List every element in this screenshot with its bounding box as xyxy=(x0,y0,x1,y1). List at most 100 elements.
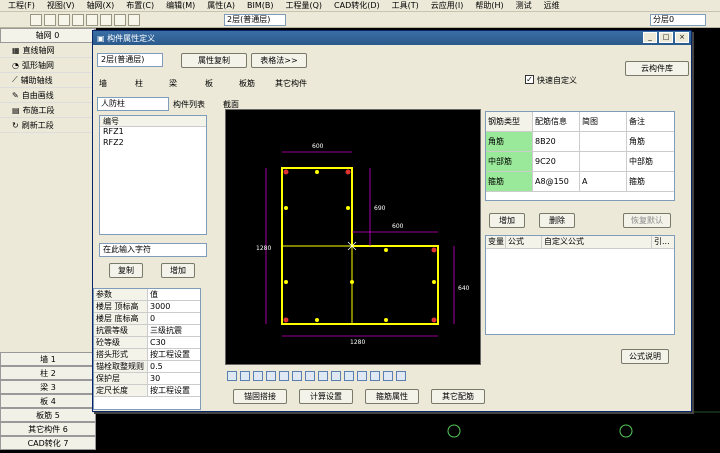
dim-tool-icon[interactable] xyxy=(292,371,302,381)
menu-place[interactable]: 布置(C) xyxy=(120,0,160,11)
tab-wall[interactable]: 墙 xyxy=(99,78,107,89)
menu-edit[interactable]: 编辑(M) xyxy=(160,0,201,11)
tab-slab[interactable]: 板 xyxy=(205,78,213,89)
menu-bim[interactable]: BIM(B) xyxy=(241,1,279,10)
section-drawing[interactable]: 600 690 600 1280 1280 640 xyxy=(225,109,481,365)
rebar-point xyxy=(345,169,351,175)
mirror-tool-icon[interactable] xyxy=(331,371,341,381)
text-tool-icon[interactable] xyxy=(279,371,289,381)
axis-panel-header[interactable]: 轴网 0 xyxy=(0,28,95,43)
search-input[interactable]: 在此输入字符 xyxy=(99,243,207,257)
menu-axis[interactable]: 轴网(X) xyxy=(81,0,121,11)
parameter-table[interactable]: 参数值 楼层 顶标高 3000 楼层 底标高 0 抗震等级 三级抗震 砼等级 C30 搭… xyxy=(93,288,201,410)
redo-icon[interactable] xyxy=(86,13,98,26)
nav-free-line[interactable]: ✎ 自由画线 xyxy=(0,88,95,103)
menu-remote[interactable]: 远维 xyxy=(538,0,566,11)
rebar-restore-button[interactable]: 恢复默认 xyxy=(623,213,671,228)
menu-view[interactable]: 视图(V) xyxy=(41,0,81,11)
formula-table[interactable]: 变量 公式 自定义公式 引... xyxy=(485,235,675,335)
select-tool-icon[interactable] xyxy=(227,371,237,381)
component-list[interactable]: 编号 RFZ1 RFZ2 xyxy=(99,115,207,235)
rebar-delete-button[interactable]: 删除 xyxy=(539,213,575,228)
undo-icon[interactable] xyxy=(72,13,84,26)
line-tool-icon[interactable] xyxy=(253,371,263,381)
save-tool-icon[interactable] xyxy=(396,371,406,381)
component-properties-dialog: ▣ 构件属性定义 _ □ × 2层(普通层) 属性复制 表格法>> 云构件库 ✓… xyxy=(92,30,692,412)
table-row[interactable]: 锚栓取整规则 0.5 xyxy=(94,361,200,373)
table-row[interactable]: 砼等级 C30 xyxy=(94,337,200,349)
calc-settings-button[interactable]: 计算设置 xyxy=(299,389,353,404)
tab-column[interactable]: 柱 xyxy=(135,78,143,89)
nav-refresh[interactable]: ↻ 刷新工段 xyxy=(0,118,95,133)
nav-column[interactable]: 柱 2 xyxy=(0,366,96,380)
rotate-tool-icon[interactable] xyxy=(344,371,354,381)
tab-beam[interactable]: 梁 xyxy=(169,78,177,89)
list-item[interactable]: RFZ2 xyxy=(100,138,206,149)
menu-attr[interactable]: 属性(A) xyxy=(201,0,241,11)
menu-test[interactable]: 测试 xyxy=(510,0,538,11)
layer-icon[interactable] xyxy=(128,13,140,26)
quick-define-checkbox[interactable]: ✓ xyxy=(525,75,534,84)
table-row[interactable]: 箍筋 A8@150 A 箍筋 xyxy=(486,172,674,192)
table-row[interactable]: 抗震等级 三级抗震 xyxy=(94,325,200,337)
maximize-icon[interactable]: □ xyxy=(659,32,673,43)
new-icon[interactable] xyxy=(30,13,42,26)
nav-wall[interactable]: 墙 1 xyxy=(0,352,96,366)
tab-slab-rebar[interactable]: 板筋 xyxy=(239,78,255,89)
tab-other[interactable]: 其它构件 xyxy=(275,78,307,89)
folder-tool-icon[interactable] xyxy=(383,371,393,381)
grid-tool-icon[interactable] xyxy=(318,371,328,381)
table-row[interactable]: 楼层 顶标高 3000 xyxy=(94,301,200,313)
nav-slab-rebar[interactable]: 板筋 5 xyxy=(0,408,96,422)
table-row[interactable]: 楼层 底标高 0 xyxy=(94,313,200,325)
arc-tool-icon[interactable] xyxy=(305,371,315,381)
grid-icon[interactable] xyxy=(114,13,126,26)
nav-other[interactable]: 其它构件 6 xyxy=(0,422,96,436)
rebar-point xyxy=(384,318,388,322)
menu-quantity[interactable]: 工程量(Q) xyxy=(279,0,328,11)
nav-line-axis[interactable]: ▦ 直线轴网 xyxy=(0,43,95,58)
measure-tool-icon[interactable] xyxy=(370,371,380,381)
menu-cloud[interactable]: 云应用(I) xyxy=(425,0,470,11)
table-row[interactable]: 角筋 8B20 角筋 xyxy=(486,132,674,152)
table-method-button[interactable]: 表格法>> xyxy=(251,53,307,68)
attr-copy-button[interactable]: 属性复制 xyxy=(181,53,247,68)
menu-cad[interactable]: CAD转化(D) xyxy=(328,0,386,11)
nav-beam[interactable]: 梁 3 xyxy=(0,380,96,394)
other-rebar-button[interactable]: 其它配筋 xyxy=(431,389,485,404)
menu-file[interactable]: 工程(F) xyxy=(2,0,41,11)
table-row[interactable]: 定尺长度 按工程设置 xyxy=(94,385,200,397)
menu-tools[interactable]: 工具(T) xyxy=(386,0,425,11)
floor-select[interactable]: 2层(普通层) xyxy=(224,14,286,26)
rebar-add-button[interactable]: 增加 xyxy=(489,213,525,228)
formula-help-button[interactable]: 公式说明 xyxy=(621,349,669,364)
minimize-icon[interactable]: _ xyxy=(643,32,657,43)
list-item[interactable]: RFZ1 xyxy=(100,127,206,138)
nav-cad[interactable]: CAD转化 7 xyxy=(0,436,96,450)
stirrup-attr-button[interactable]: 箍筋属性 xyxy=(365,389,419,404)
dialog-floor-select[interactable]: 2层(普通层) xyxy=(97,53,163,67)
component-type-select[interactable]: 人防柱 xyxy=(97,97,169,111)
rect-tool-icon[interactable] xyxy=(240,371,250,381)
nav-slab[interactable]: 板 4 xyxy=(0,394,96,408)
close-icon[interactable]: × xyxy=(675,32,689,43)
table-row[interactable]: 保护层 30 xyxy=(94,373,200,385)
add-button[interactable]: 增加 xyxy=(161,263,195,278)
print-icon[interactable] xyxy=(100,13,112,26)
rebar-point xyxy=(431,247,437,253)
table-row[interactable]: 搭头形式 按工程设置 xyxy=(94,349,200,361)
open-icon[interactable] xyxy=(44,13,56,26)
rebar-table[interactable]: 钢筋类型 配筋信息 简图 备注 角筋 8B20 角筋 中部筋 9C20 中部筋 … xyxy=(485,111,675,201)
copy-tool-icon[interactable] xyxy=(266,371,276,381)
layer-select[interactable]: 分层0 xyxy=(650,14,706,26)
anchor-lap-button[interactable]: 锚固搭接 xyxy=(233,389,287,404)
nav-section[interactable]: ▤ 布施工段 xyxy=(0,103,95,118)
save-icon[interactable] xyxy=(58,13,70,26)
delete-tool-icon[interactable] xyxy=(357,371,367,381)
nav-aux-axis[interactable]: ⟋ 辅助轴线 xyxy=(0,73,95,88)
table-row[interactable]: 中部筋 9C20 中部筋 xyxy=(486,152,674,172)
cloud-lib-button[interactable]: 云构件库 xyxy=(625,61,689,76)
copy-button[interactable]: 复制 xyxy=(109,263,143,278)
menu-help[interactable]: 帮助(H) xyxy=(469,0,509,11)
nav-arc-axis[interactable]: ◔ 弧形轴网 xyxy=(0,58,95,73)
